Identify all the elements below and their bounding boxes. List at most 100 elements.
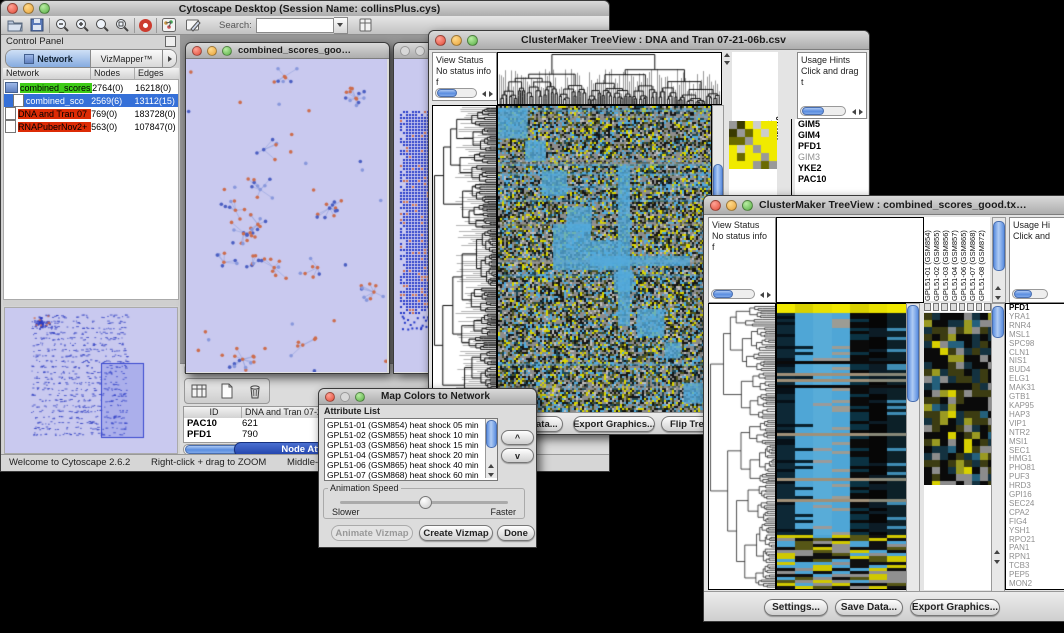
zoom-in-icon[interactable] — [74, 17, 90, 33]
zoom-button[interactable] — [742, 200, 753, 211]
slider-thumb[interactable] — [419, 496, 432, 509]
tv2-usage-hscrollbar[interactable] — [1012, 289, 1048, 299]
tv1-status-hscrollbar[interactable] — [435, 88, 477, 98]
gene-list-item[interactable]: GIM5 — [798, 119, 868, 130]
minimize-button[interactable] — [726, 200, 737, 211]
gene-list-item[interactable]: GIM3 — [798, 152, 868, 163]
zoom-button[interactable] — [355, 392, 365, 402]
zoom-fit-icon[interactable] — [114, 17, 130, 33]
close-button[interactable] — [192, 46, 202, 56]
minimize-button[interactable] — [415, 46, 425, 56]
tv2-view-status-panel: View Status No status info f — [708, 217, 776, 303]
network-row-combined-scores[interactable]: combined_scores_ 2764(0) 16218(0) — [4, 81, 178, 94]
tv2-labels-vscrollbar[interactable] — [992, 217, 1006, 303]
tv2-column-dendrogram-area[interactable] — [776, 217, 924, 303]
tv1-row-dendrogram[interactable] — [432, 105, 497, 413]
gene-list-item[interactable]: GIM4 — [798, 130, 868, 141]
tv2-genelist-vscrollbar[interactable] — [991, 303, 1005, 592]
col-header-edges[interactable]: Edges — [135, 68, 179, 79]
main-titlebar[interactable]: Cytoscape Desktop (Session Name: collins… — [1, 1, 609, 17]
tv1-heatmap-canvas[interactable] — [497, 105, 712, 413]
attribute-list-item[interactable]: GPL51-03 (GSM856) heat shock 15 min — [327, 440, 497, 450]
annotation-icon[interactable] — [185, 17, 201, 33]
zoom-button[interactable] — [222, 46, 232, 56]
network-view-window: combined_scores_good.txt--cluste... — [185, 42, 390, 374]
attribute-list-item[interactable]: GPL51-02 (GSM855) heat shock 10 min — [327, 430, 497, 440]
tv1-column-dendrogram[interactable] — [497, 52, 722, 105]
help-lifering-icon[interactable] — [139, 19, 152, 32]
float-panel-icon[interactable] — [165, 36, 176, 47]
delete-attribute-trash-icon[interactable] — [246, 382, 264, 400]
col-header-nodes[interactable]: Nodes — [91, 68, 135, 79]
zoom-button[interactable] — [39, 3, 50, 14]
tv2-status-hscrollbar[interactable] — [711, 289, 755, 299]
main-window-title: Cytoscape Desktop (Session Name: collins… — [50, 3, 569, 15]
move-up-button[interactable]: ^ — [501, 430, 534, 445]
attribute-list-item[interactable]: GPL51-04 (GSM857) heat shock 20 min — [327, 450, 497, 460]
network-row-rnapuber[interactable]: RNAPuberNov2+ 563(0) 107847(0) — [4, 120, 178, 133]
settings-button[interactable]: Settings... — [764, 599, 828, 616]
save-data-button[interactable]: Save Data... — [835, 599, 903, 616]
network-row-dna-tran[interactable]: DNA and Tran 07 769(0) 183728(0) — [4, 107, 178, 120]
tv2-column-labels: GPL51-01 (GSM854)GPL51-02 (GSM855)GPL51-… — [924, 217, 990, 301]
tv1-usage-hints-panel: Usage Hints Click and drag t — [797, 52, 867, 119]
minimize-button[interactable] — [23, 3, 34, 14]
network-graph-canvas[interactable] — [186, 59, 387, 372]
create-vizmap-button[interactable]: Create Vizmap — [419, 525, 493, 541]
tv2-mini-header-squares — [924, 303, 991, 312]
panel-splitter[interactable] — [3, 300, 179, 306]
col-header-network[interactable]: Network — [3, 68, 91, 79]
gene-list-item[interactable]: MON2 — [1009, 580, 1064, 589]
tv1-mini-scroll-arrows[interactable] — [723, 53, 731, 73]
export-graphics-button[interactable]: Export Graphics... — [910, 599, 1000, 616]
status-middle-hint: Middle- — [287, 457, 318, 468]
close-button[interactable] — [435, 35, 446, 46]
tv2-row-dendrogram[interactable] — [708, 303, 776, 590]
tab-overflow-button[interactable] — [163, 50, 176, 67]
treeview2-title: ClusterMaker TreeView : combined_scores_… — [753, 199, 1035, 211]
zoom-selected-icon[interactable] — [94, 17, 110, 33]
attribute-list-item[interactable]: GPL51-06 (GSM865) heat shock 40 min — [327, 460, 497, 470]
open-folder-icon[interactable] — [7, 17, 23, 33]
zoom-button[interactable] — [467, 35, 478, 46]
tv1-mini-matrix-canvas[interactable] — [729, 121, 777, 169]
select-attributes-icon[interactable] — [190, 382, 208, 400]
minimize-button[interactable] — [207, 46, 217, 56]
save-icon[interactable] — [29, 17, 45, 33]
network-overview-canvas[interactable] — [4, 307, 178, 454]
attribute-list-item[interactable]: GPL51-01 (GSM854) heat shock 05 min — [327, 420, 497, 430]
close-button[interactable] — [325, 392, 335, 402]
data-col-id[interactable]: ID — [184, 407, 242, 418]
column-label[interactable]: GPL51-08 (GSM872) — [978, 217, 987, 301]
tv1-usage-hscrollbar[interactable] — [800, 106, 846, 116]
gene-list-item[interactable]: YKE2 — [798, 163, 868, 174]
animate-vizmap-button[interactable]: Animate Vizmap — [331, 525, 413, 541]
search-dropdown-arrow[interactable] — [334, 17, 348, 34]
status-welcome: Welcome to Cytoscape 2.6.2 — [9, 457, 130, 468]
new-attribute-icon[interactable] — [218, 382, 236, 400]
close-button[interactable] — [400, 46, 410, 56]
treeview1-title: ClusterMaker TreeView : DNA and Tran 07-… — [478, 34, 829, 46]
done-button[interactable]: Done — [497, 525, 535, 541]
attribute-list-item[interactable]: GPL51-07 (GSM868) heat shock 60 min — [327, 470, 497, 480]
move-down-button[interactable]: v — [501, 448, 534, 463]
slider-label-slower: Slower — [332, 507, 360, 517]
gene-list-item[interactable]: PAC10 — [798, 174, 868, 185]
network-tool-icon[interactable] — [161, 17, 177, 33]
tv2-heatmap-vscrollbar[interactable] — [906, 303, 920, 592]
tv2-heatmap-canvas[interactable] — [776, 303, 907, 590]
close-button[interactable] — [710, 200, 721, 211]
close-button[interactable] — [7, 3, 18, 14]
attribute-list-vscrollbar[interactable] — [485, 419, 497, 478]
gene-list-item[interactable]: PFD1 — [798, 141, 868, 152]
export-graphics-button[interactable]: Export Graphics... — [573, 416, 655, 432]
zoom-out-icon[interactable] — [54, 17, 70, 33]
tv2-mini-heatmap-canvas[interactable] — [924, 313, 991, 485]
search-input[interactable] — [256, 18, 334, 33]
minimize-button[interactable] — [451, 35, 462, 46]
tab-network[interactable]: Network — [6, 50, 91, 67]
tab-vizmapper[interactable]: VizMapper™ — [91, 50, 163, 67]
network-row-combined-sco-selected[interactable]: combined_sco 2569(6) 13112(15) — [4, 94, 178, 107]
tv1-view-status-panel: View Status No status info f — [432, 52, 497, 101]
table-import-icon[interactable] — [358, 17, 374, 33]
